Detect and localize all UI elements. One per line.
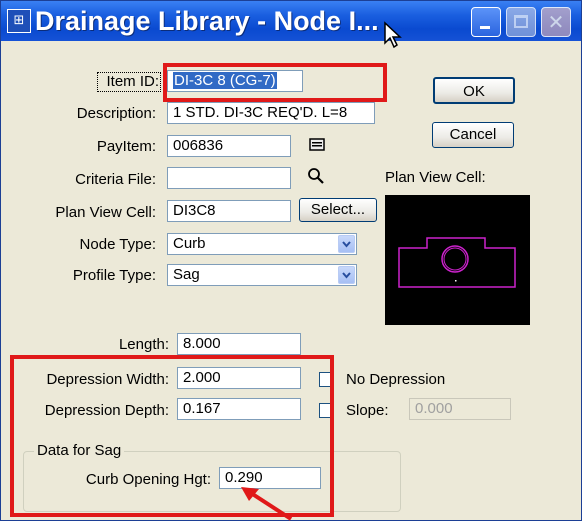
close-icon: ✕ bbox=[547, 10, 565, 34]
plan-view-cell-preview bbox=[385, 195, 530, 325]
minimize-button[interactable] bbox=[471, 7, 501, 37]
payitem-label: PayItem: bbox=[96, 138, 156, 155]
no-depression-label[interactable]: No Depression bbox=[346, 371, 445, 389]
description-field[interactable]: 1 STD. DI-3C REQ'D. L=8 bbox=[167, 102, 375, 124]
plan-view-cell-field[interactable]: DI3C8 bbox=[167, 200, 291, 222]
mouse-cursor-icon bbox=[384, 21, 402, 49]
item-id-highlight-box bbox=[163, 63, 387, 102]
slope-label[interactable]: Slope: bbox=[346, 402, 389, 420]
node-type-value: Curb bbox=[173, 235, 206, 252]
maximize-button[interactable] bbox=[506, 7, 536, 37]
criteria-file-field[interactable] bbox=[167, 167, 291, 189]
annotation-arrow-icon bbox=[241, 487, 293, 521]
window-title: Drainage Library - Node I... bbox=[35, 6, 379, 36]
drainage-app-icon: ⊞ bbox=[7, 9, 31, 33]
plan-view-cell-label: Plan View Cell: bbox=[55, 204, 156, 221]
title-bar[interactable]: ⊞ Drainage Library - Node I... ✕ bbox=[1, 1, 581, 49]
cancel-button[interactable]: Cancel bbox=[432, 122, 514, 148]
profile-type-label: Profile Type: bbox=[72, 267, 156, 284]
node-type-dropdown[interactable]: Curb bbox=[167, 233, 357, 255]
maximize-icon bbox=[514, 15, 528, 28]
node-type-label: Node Type: bbox=[79, 236, 156, 253]
profile-type-value: Sag bbox=[173, 266, 200, 283]
search-icon[interactable] bbox=[307, 167, 325, 185]
select-button[interactable]: Select... bbox=[299, 198, 377, 222]
plan-view-cell-preview-label: Plan View Cell: bbox=[385, 169, 486, 186]
slope-field[interactable]: 0.000 bbox=[409, 398, 511, 420]
ok-button[interactable]: OK bbox=[433, 77, 515, 104]
description-label: Description: bbox=[76, 105, 156, 122]
item-id-label: Item ID: bbox=[97, 72, 161, 92]
drainage-inlet-cell-graphic bbox=[398, 237, 516, 288]
payitem-field[interactable]: 006836 bbox=[167, 135, 291, 157]
criteria-file-label: Criteria File: bbox=[75, 171, 156, 188]
minimize-icon bbox=[480, 26, 490, 29]
chevron-down-icon[interactable] bbox=[338, 266, 355, 284]
drainage-library-dialog: ⊞ Drainage Library - Node I... ✕ Item ID… bbox=[0, 0, 582, 521]
length-field[interactable]: 8.000 bbox=[177, 333, 301, 355]
close-button[interactable]: ✕ bbox=[541, 7, 571, 37]
chevron-down-icon[interactable] bbox=[338, 235, 355, 253]
payitem-lookup-icon[interactable] bbox=[309, 138, 325, 151]
profile-type-dropdown[interactable]: Sag bbox=[167, 264, 357, 286]
length-label: Length: bbox=[118, 336, 169, 353]
